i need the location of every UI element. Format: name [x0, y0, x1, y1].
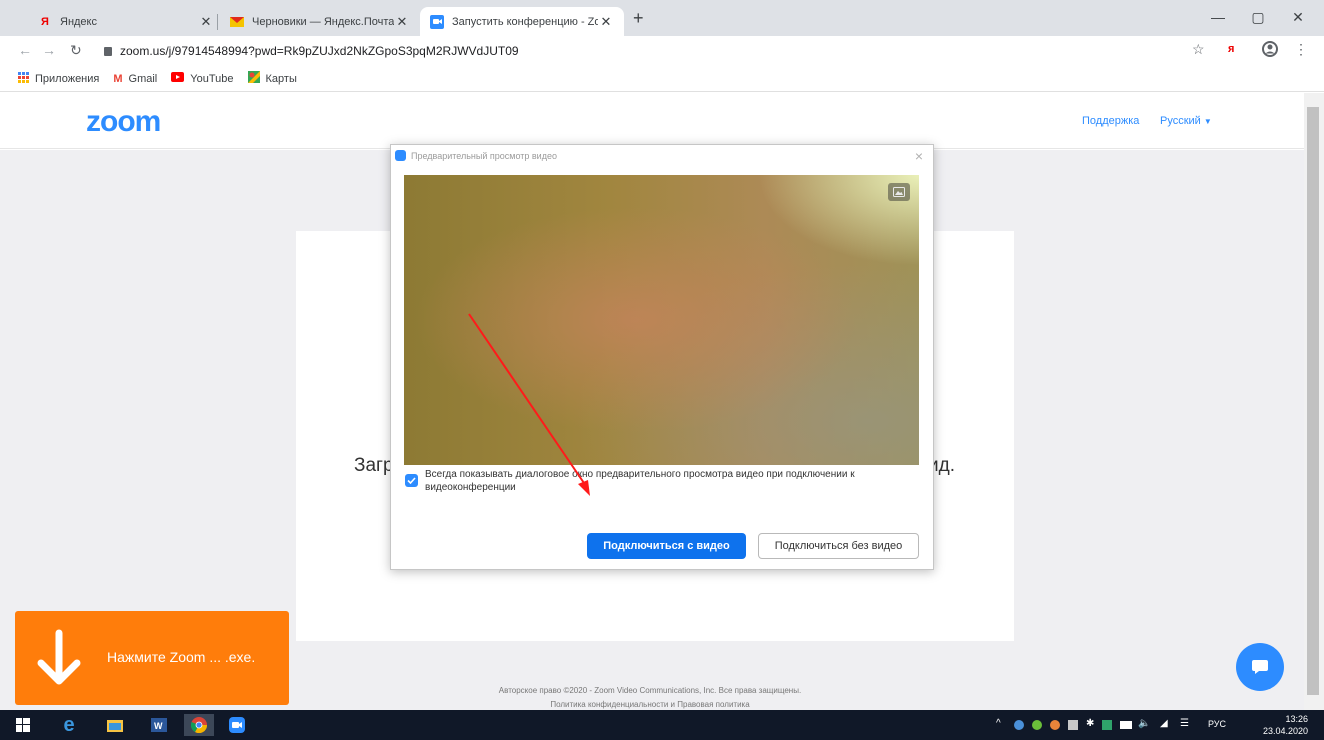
- always-show-preview-checkbox[interactable]: [405, 474, 418, 487]
- language-label: Русский: [1160, 115, 1201, 127]
- network-icon[interactable]: ◢: [1160, 718, 1168, 729]
- copyright-text: Авторское право ©2020 - Zoom Video Commu…: [498, 686, 802, 695]
- image-icon: [893, 187, 905, 197]
- tab-title: Черновики — Яндекс.Почта: [252, 15, 394, 28]
- tray-app-icon[interactable]: [1014, 720, 1024, 730]
- volume-icon[interactable]: 🔈: [1138, 718, 1150, 729]
- chat-bubble-icon: [1252, 660, 1268, 674]
- svg-text:W: W: [154, 721, 163, 731]
- apps-grid-icon: [18, 71, 29, 86]
- close-icon[interactable]: ✕: [198, 14, 214, 30]
- zoom-taskbar-icon[interactable]: [226, 714, 248, 736]
- tray-app-icon[interactable]: [1050, 720, 1060, 730]
- zoom-icon: [395, 150, 406, 161]
- windows-taskbar: e W ^ ✱ 🔈 ◢ ☰ РУС 13:26 23.04.2020: [0, 710, 1324, 740]
- browser-toolbar: ← → ↻ zoom.us/j/97914548994?pwd=Rk9pZUJx…: [0, 36, 1324, 66]
- tab-zoom-launch[interactable]: Запустить конференцию - Zoom ✕: [420, 7, 624, 36]
- clock-time: 13:26: [1285, 714, 1308, 724]
- close-icon[interactable]: ✕: [394, 14, 410, 30]
- launch-text-left: Загр: [354, 455, 394, 476]
- bookmark-label: Gmail: [128, 72, 158, 85]
- menu-kebab-icon[interactable]: ⋮: [1294, 41, 1308, 58]
- bluetooth-icon[interactable]: ✱: [1086, 718, 1094, 729]
- bookmark-label: Карты: [265, 72, 297, 85]
- yandex-icon: Я: [41, 15, 49, 28]
- tray-expand-icon[interactable]: ^: [996, 718, 1001, 729]
- url-text: zoom.us/j/97914548994?pwd=Rk9pZUJxd2NkZG…: [120, 44, 519, 58]
- new-tab-icon[interactable]: +: [633, 8, 644, 29]
- dialog-title: Предварительный просмотр видео: [411, 151, 557, 161]
- profile-icon[interactable]: [1262, 41, 1278, 60]
- tab-divider: [217, 14, 218, 30]
- browser-tab-strip: Я Яндекс ✕ Черновики — Яндекс.Почта ✕ За…: [0, 0, 1324, 36]
- notification-center-icon[interactable]: ☰: [1180, 718, 1189, 729]
- maximize-icon[interactable]: ▢: [1248, 9, 1268, 26]
- tab-title: Запустить конференцию - Zoom: [452, 15, 598, 28]
- maps-icon: [247, 71, 260, 86]
- bookmark-apps[interactable]: Приложения: [18, 71, 100, 86]
- zoom-header: zoom Поддержка Русский ▼: [0, 93, 1304, 149]
- file-explorer-icon[interactable]: [104, 714, 126, 736]
- checkmark-icon: [407, 477, 416, 484]
- back-icon[interactable]: ←: [18, 42, 32, 58]
- yandex-mail-icon: [230, 15, 244, 29]
- language-dropdown[interactable]: Русский ▼: [1160, 115, 1212, 127]
- tray-app-icon[interactable]: [1068, 720, 1078, 730]
- tab-title: Яндекс: [60, 15, 97, 28]
- page-scrollbar[interactable]: [1304, 93, 1324, 710]
- video-preview-dialog: Предварительный просмотр видео × Всегда …: [390, 144, 934, 570]
- close-icon[interactable]: ✕: [598, 14, 614, 30]
- battery-icon[interactable]: [1120, 721, 1132, 729]
- caret-down-icon: ▼: [1203, 117, 1212, 126]
- camera-preview: [404, 175, 919, 465]
- join-with-video-button[interactable]: Подключиться с видео: [587, 533, 746, 559]
- join-without-video-button[interactable]: Подключиться без видео: [758, 533, 919, 559]
- word-icon[interactable]: W: [148, 714, 170, 736]
- yandex-extension-icon[interactable]: я: [1228, 43, 1234, 55]
- download-hint-banner: Нажмите Zoom ... .exe.: [15, 611, 289, 705]
- tray-app-icon[interactable]: [1102, 720, 1112, 730]
- virtual-background-button[interactable]: [888, 183, 910, 201]
- input-language[interactable]: РУС: [1208, 719, 1226, 729]
- youtube-icon: [171, 72, 185, 85]
- lock-icon: [104, 46, 112, 56]
- tray-app-icon[interactable]: [1032, 720, 1042, 730]
- address-bar[interactable]: zoom.us/j/97914548994?pwd=Rk9pZUJxd2NkZG…: [104, 39, 1214, 63]
- footer: Авторское право ©2020 - Zoom Video Commu…: [300, 684, 1000, 710]
- bookmark-label: YouTube: [190, 72, 234, 85]
- chat-button[interactable]: [1236, 643, 1284, 691]
- bookmark-label: Приложения: [35, 72, 100, 85]
- clock-date: 23.04.2020: [1262, 726, 1308, 736]
- bookmark-maps[interactable]: Карты: [247, 71, 297, 86]
- chrome-icon[interactable]: [184, 714, 214, 736]
- windows-start-icon[interactable]: [12, 714, 34, 736]
- support-link[interactable]: Поддержка: [1082, 115, 1139, 127]
- down-arrow-icon: [37, 629, 81, 685]
- forward-icon[interactable]: →: [42, 42, 56, 58]
- window-close-icon[interactable]: ✕: [1288, 9, 1308, 26]
- zoom-icon: [430, 14, 444, 29]
- zoom-logo[interactable]: zoom: [86, 105, 161, 139]
- edge-icon[interactable]: e: [58, 714, 80, 736]
- privacy-legal-links[interactable]: Политика конфиденциальности и Правовая п…: [300, 698, 1000, 710]
- tab-yandex-mail[interactable]: Черновики — Яндекс.Почта ✕: [220, 7, 420, 36]
- tab-yandex[interactable]: Я Яндекс ✕: [28, 7, 224, 36]
- bookmarks-bar: Приложения M Gmail YouTube Карты: [0, 66, 1324, 92]
- bookmark-star-icon[interactable]: ☆: [1192, 41, 1205, 58]
- reload-icon[interactable]: ↻: [70, 42, 82, 59]
- close-icon[interactable]: ×: [915, 148, 923, 164]
- download-hint-text: Нажмите Zoom ... .exe.: [107, 649, 256, 665]
- clock[interactable]: 13:26 23.04.2020: [1263, 713, 1308, 737]
- scroll-thumb[interactable]: [1307, 107, 1319, 695]
- bookmark-gmail[interactable]: M Gmail: [113, 73, 157, 85]
- always-show-preview-label[interactable]: Всегда показывать диалоговое окно предва…: [425, 468, 905, 494]
- gmail-icon: M: [113, 72, 123, 85]
- minimize-icon[interactable]: —: [1208, 9, 1228, 25]
- bookmark-youtube[interactable]: YouTube: [171, 72, 234, 85]
